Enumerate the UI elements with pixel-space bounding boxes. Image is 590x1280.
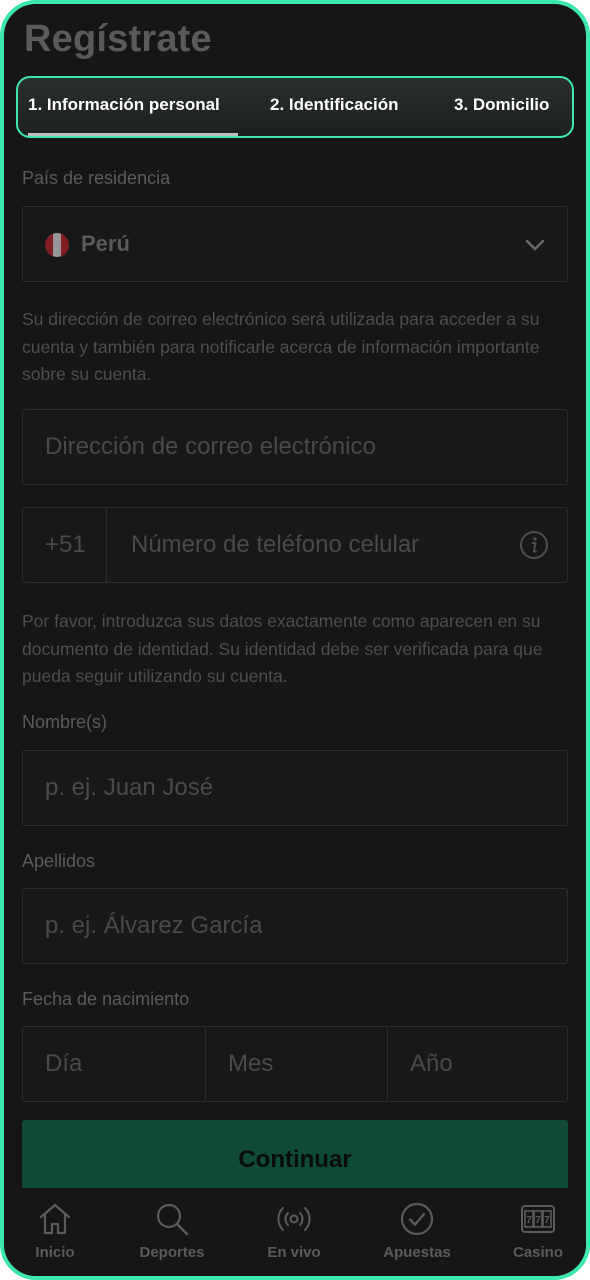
svg-text:7: 7 [544,1215,550,1226]
step-identification[interactable]: 2. Identificación [270,78,398,136]
screen: Regístrate 1. Información personal 2. Id… [0,0,590,1280]
svg-text:7: 7 [526,1215,532,1226]
birth-day-field[interactable]: Día [23,1027,205,1101]
last-name-field[interactable]: p. ej. Álvarez García [22,888,568,964]
check-circle-icon [400,1202,434,1236]
email-field[interactable]: Dirección de correo electrónico [22,409,568,485]
info-icon[interactable] [519,530,549,560]
first-name-field[interactable]: p. ej. Juan José [22,750,568,826]
nav-label-casino: Casino [512,1244,563,1261]
phone-prefix-value: +51 [45,531,86,558]
svg-text:7: 7 [535,1215,541,1226]
nav-item-apuestas[interactable]: Apuestas [367,1200,467,1261]
phone-placeholder: Número de teléfono celular [131,531,420,558]
birth-month-placeholder: Mes [228,1050,274,1077]
search-icon [156,1203,189,1236]
last-name-label: Apellidos [22,851,96,871]
nav-label-deportes: Deportes [139,1244,205,1261]
first-name-label: Nombre(s) [22,712,108,732]
birth-day-placeholder: Día [45,1050,83,1077]
live-broadcast-icon [277,1207,311,1231]
last-name-placeholder: p. ej. Álvarez García [45,912,263,939]
email-notice: Su dirección de correo electrónico será … [22,309,540,384]
identity-notice: Por favor, introduzca sus datos exactame… [22,611,543,686]
nav-label-apuestas: Apuestas [383,1244,451,1261]
home-icon [39,1203,71,1235]
first-name-placeholder: p. ej. Juan José [45,774,214,801]
registration-steps: 1. Información personal 2. Identificació… [16,76,574,138]
email-placeholder: Dirección de correo electrónico [45,433,376,460]
birthdate-field: Día Mes Año [22,1026,568,1102]
phone-prefix[interactable]: +51 [23,508,107,582]
birthdate-label: Fecha de nacimiento [22,989,190,1009]
page-title: Regístrate [24,18,212,60]
birth-month-field[interactable]: Mes [205,1027,387,1101]
slot-machine-icon: 7 7 7 [521,1205,555,1233]
step-personal-info[interactable]: 1. Información personal [28,78,238,136]
peru-flag-icon [45,233,69,257]
birth-year-placeholder: Año [410,1050,453,1077]
nav-item-en-vivo[interactable]: En vivo [244,1200,344,1261]
nav-item-casino[interactable]: 7 7 7 Casino [488,1200,586,1261]
nav-item-deportes[interactable]: Deportes [122,1200,222,1261]
country-label: País de residencia [22,168,171,188]
nav-item-inicio[interactable]: Inicio [5,1200,105,1261]
nav-label-inicio: Inicio [35,1244,75,1261]
country-select[interactable]: Perú [22,206,568,282]
step-address[interactable]: 3. Domicilio [454,78,549,136]
bottom-nav: Inicio Deportes En vivo Apuestas 7 7 7 C… [4,1188,586,1276]
chevron-down-icon [525,239,545,251]
phone-field[interactable]: +51 Número de teléfono celular [22,507,568,583]
country-value: Perú [81,231,130,256]
birth-year-field[interactable]: Año [387,1027,569,1101]
nav-label-en-vivo: En vivo [267,1244,321,1261]
